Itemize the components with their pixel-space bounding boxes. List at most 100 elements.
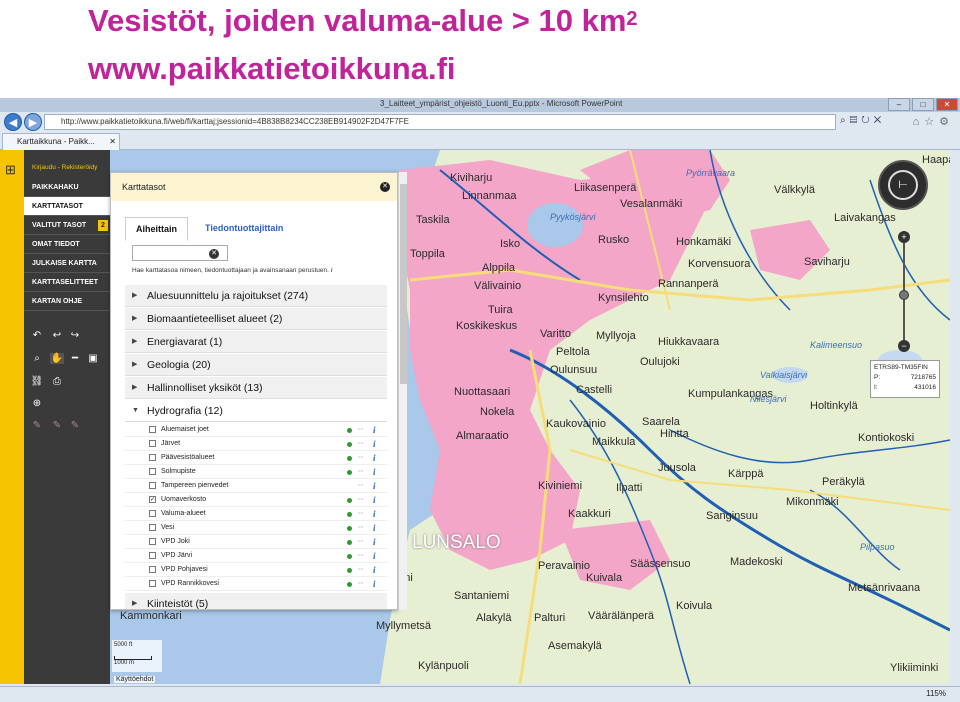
close-window-button[interactable]: ✕ (936, 98, 958, 111)
layer-checkbox[interactable] (149, 524, 156, 531)
category-aluesuunnittelu[interactable]: ▶ Aluesuunnittelu ja rajoitukset (274) (125, 285, 387, 307)
redo-icon[interactable]: ↪ (68, 330, 82, 341)
preview-icon[interactable]: ◦◦ (358, 507, 363, 521)
minimize-button[interactable]: – (888, 98, 910, 111)
category-hallinnolliset[interactable]: ▶ Hallinnolliset yksiköt (13) (125, 377, 387, 399)
layer-checkbox[interactable] (149, 440, 156, 447)
zoom-out-button[interactable]: − (898, 340, 910, 352)
info-icon[interactable]: i (373, 465, 376, 479)
terms-link[interactable]: Käyttöehdot (114, 676, 156, 683)
preview-icon[interactable]: ◦◦ (358, 451, 363, 465)
measure-line-icon[interactable]: ━ (68, 353, 82, 364)
compat-icon[interactable]: ▤ (850, 115, 862, 126)
forward-button[interactable]: ▶ (24, 113, 42, 131)
info-icon[interactable]: i (373, 577, 376, 591)
menu-item-karttatasot[interactable]: KARTTATASOT (24, 197, 110, 216)
layer-checkbox[interactable] (149, 468, 156, 475)
info-icon[interactable]: i (373, 521, 376, 535)
layer-checkbox[interactable] (149, 426, 156, 433)
close-page-icon[interactable]: ✕ (874, 115, 886, 126)
preview-icon[interactable]: ◦◦ (358, 465, 363, 479)
info-icon[interactable]: i (373, 493, 376, 507)
favorites-icon[interactable]: ☆ (924, 116, 939, 128)
compass-icon[interactable]: ⊢ (888, 170, 918, 200)
tab-aiheittain[interactable]: Aiheittain (125, 217, 189, 241)
menu-item-paikkahaku[interactable]: PAIKKAHAKU (24, 178, 110, 197)
info-icon[interactable]: i (373, 549, 376, 563)
panel-scrollbar[interactable] (398, 172, 407, 610)
menu-item-julkaise-kartta[interactable]: JULKAISE KARTTA (24, 254, 110, 273)
pan-hand-icon[interactable]: ✋ (50, 353, 64, 364)
draw-area-icon[interactable]: ✎ (68, 420, 82, 431)
pan-compass[interactable]: ⊢ (878, 160, 928, 210)
category-geologia[interactable]: ▶ Geologia (20) (125, 354, 387, 376)
draw-point-icon[interactable]: ✎ (30, 420, 44, 431)
list-item[interactable]: Järvet ◦◦ i (125, 437, 387, 451)
preview-icon[interactable]: ◦◦ (358, 521, 363, 535)
preview-icon[interactable]: ◦◦ (358, 493, 363, 507)
layer-checkbox[interactable] (149, 538, 156, 545)
zoom-slider-knob[interactable] (899, 290, 909, 300)
undo-icon[interactable]: ↩ (50, 330, 64, 341)
refresh-icon[interactable]: ↻ (861, 115, 873, 126)
category-energiavarat[interactable]: ▶ Energiavarat (1) (125, 331, 387, 353)
list-item[interactable]: Aluemaiset joet ◦◦ i (125, 423, 387, 437)
home-icon[interactable]: ⌂ (913, 116, 925, 128)
list-item[interactable]: ✓ Uomaverkosto ◦◦ i (125, 493, 387, 507)
grid-icon[interactable]: ⊞ (5, 162, 16, 178)
menu-item-omat-tiedot[interactable]: OMAT TIEDOT (24, 235, 110, 254)
info-icon[interactable]: i (373, 423, 376, 437)
layer-checkbox[interactable] (149, 580, 156, 587)
list-item[interactable]: VPD Rannikkovesi ◦◦ i (125, 577, 387, 591)
add-marker-icon[interactable]: ⊕ (30, 398, 44, 409)
clear-search-icon[interactable]: ✕ (209, 249, 219, 259)
maximize-button[interactable]: □ (912, 98, 934, 111)
back-button[interactable]: ◀ (4, 113, 22, 131)
undo-reset-icon[interactable]: ↶ (30, 330, 44, 341)
preview-icon[interactable]: ◦◦ (358, 549, 363, 563)
print-icon[interactable]: ⎙ (50, 376, 64, 387)
layer-checkbox[interactable] (149, 566, 156, 573)
preview-icon[interactable]: ◦◦ (358, 563, 363, 577)
layer-checkbox[interactable] (149, 510, 156, 517)
preview-icon[interactable]: ◦◦ (358, 437, 363, 451)
list-item[interactable]: Vesi ◦◦ i (125, 521, 387, 535)
info-icon[interactable]: i (373, 479, 376, 493)
login-link[interactable]: Kirjaudu - Rekisteröidy (32, 164, 97, 171)
layer-checkbox[interactable] (149, 454, 156, 461)
category-biomaantieteelliset[interactable]: ▶ Biomaantieteelliset alueet (2) (125, 308, 387, 330)
info-icon[interactable]: i (373, 563, 376, 577)
category-hydrografia[interactable]: ▼ Hydrografia (12) (125, 400, 387, 422)
draw-line-icon[interactable]: ✎ (50, 420, 64, 431)
list-item[interactable]: Solmupiste ◦◦ i (125, 465, 387, 479)
tab-tiedontuottajittain[interactable]: Tiedontuottajittain (195, 217, 293, 241)
info-icon[interactable]: i (331, 267, 333, 274)
list-item[interactable]: VPD Järvi ◦◦ i (125, 549, 387, 563)
browser-zoom-level[interactable]: 115% (926, 689, 946, 698)
preview-icon[interactable]: ◦◦ (358, 479, 363, 493)
close-panel-icon[interactable]: ✕ (380, 182, 390, 192)
gear-icon[interactable]: ⚙ (939, 116, 954, 128)
info-icon[interactable]: i (373, 535, 376, 549)
list-item[interactable]: VPD Joki ◦◦ i (125, 535, 387, 549)
menu-item-kartan-ohje[interactable]: KARTAN OHJE (24, 292, 110, 311)
measure-area-icon[interactable]: ▣ (86, 353, 100, 364)
list-item[interactable]: Päävesistöalueet ◦◦ i (125, 451, 387, 465)
category-kiinteistot[interactable]: ▶ Kiinteistöt (5) (125, 593, 387, 609)
layer-checkbox[interactable] (149, 552, 156, 559)
layer-checkbox-checked[interactable]: ✓ (149, 496, 156, 503)
zoom-in-button[interactable]: + (898, 231, 910, 243)
list-item[interactable]: Valuma-alueet ◦◦ i (125, 507, 387, 521)
preview-icon[interactable]: ◦◦ (358, 535, 363, 549)
info-icon[interactable]: i (373, 507, 376, 521)
info-icon[interactable]: i (373, 437, 376, 451)
address-bar[interactable]: http://www.paikkatietoikkuna.fi/web/fi/k… (44, 114, 836, 130)
menu-item-valitut-tasot[interactable]: VALITUT TASOT 2 (24, 216, 110, 235)
list-item[interactable]: Tampereen pienvedet ◦◦ i (125, 479, 387, 493)
link-icon[interactable]: ⛓ (30, 376, 44, 387)
list-item[interactable]: VPD Pohjavesi ◦◦ i (125, 563, 387, 577)
search-icon[interactable]: ⌕ (840, 115, 850, 126)
menu-item-karttaselitteet[interactable]: KARTTASELITTEET (24, 273, 110, 292)
scrollbar-thumb[interactable] (400, 184, 407, 384)
preview-icon[interactable]: ◦◦ (358, 577, 363, 591)
